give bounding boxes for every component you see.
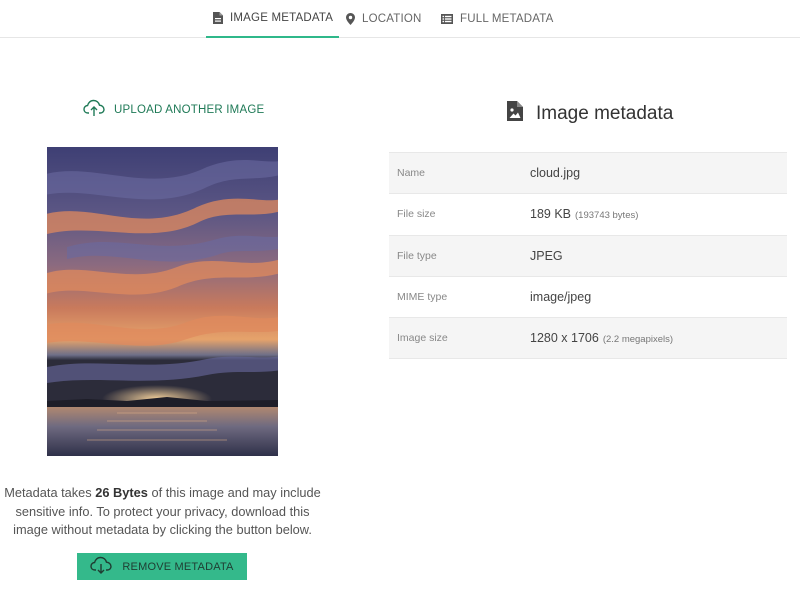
tab-label: LOCATION bbox=[362, 13, 422, 25]
metadata-key: Image size bbox=[397, 332, 448, 345]
tab-location[interactable]: LOCATION bbox=[346, 0, 422, 38]
tab-bar: IMAGE METADATA LOCATION FULL METADATA bbox=[0, 0, 800, 38]
upload-link-label: UPLOAD ANOTHER IMAGE bbox=[114, 103, 265, 116]
metadata-key: Name bbox=[397, 167, 426, 180]
table-row: File type JPEG bbox=[389, 235, 787, 277]
value-text: cloud.jpg bbox=[530, 166, 581, 181]
tab-full-metadata[interactable]: FULL METADATA bbox=[441, 0, 554, 38]
metadata-table: Name cloud.jpg File size 189 KB (193743 b… bbox=[389, 152, 787, 360]
value-text: 189 KB bbox=[530, 207, 572, 222]
metadata-value: cloud.jpg bbox=[530, 166, 584, 180]
remove-button-label: REMOVE METADATA bbox=[122, 560, 234, 573]
value-subtext: (193743 bytes) bbox=[575, 210, 639, 222]
metadata-size: 26 Bytes bbox=[95, 485, 148, 500]
metadata-key: File type bbox=[397, 249, 437, 262]
metadata-key: File size bbox=[397, 208, 436, 221]
cloud-download-icon bbox=[90, 556, 113, 577]
document-image-icon bbox=[213, 12, 223, 24]
tab-image-metadata[interactable]: IMAGE METADATA bbox=[206, 0, 340, 38]
list-icon bbox=[441, 14, 453, 24]
table-row: MIME type image/jpeg bbox=[389, 277, 787, 319]
map-pin-icon bbox=[346, 13, 355, 25]
file-image-icon bbox=[507, 101, 523, 127]
value-text: 1280 x 1706 bbox=[530, 331, 599, 346]
info-prefix: Metadata takes bbox=[4, 485, 96, 500]
tab-label: IMAGE METADATA bbox=[230, 12, 334, 24]
table-row: Image size 1280 x 1706 (2.2 megapixels) bbox=[389, 318, 787, 360]
table-row: File size 189 KB (193743 bytes) bbox=[389, 194, 787, 236]
metadata-value: 189 KB (193743 bytes) bbox=[530, 207, 638, 221]
value-subtext: (2.2 megapixels) bbox=[602, 334, 674, 346]
cloud-upload-icon bbox=[83, 99, 105, 120]
metadata-info-text: Metadata takes 26 Bytes of this image an… bbox=[0, 484, 325, 540]
panel-title: Image metadata bbox=[507, 101, 673, 127]
tab-label: FULL METADATA bbox=[460, 13, 554, 25]
metadata-value: 1280 x 1706 (2.2 megapixels) bbox=[530, 331, 673, 345]
image-preview bbox=[47, 147, 278, 456]
upload-another-image-link[interactable]: UPLOAD ANOTHER IMAGE bbox=[83, 99, 264, 120]
value-text: image/jpeg bbox=[530, 290, 592, 305]
remove-metadata-button[interactable]: REMOVE METADATA bbox=[77, 553, 247, 580]
metadata-value: image/jpeg bbox=[530, 290, 595, 304]
metadata-key: MIME type bbox=[397, 291, 448, 304]
metadata-value: JPEG bbox=[530, 249, 567, 263]
value-text: JPEG bbox=[530, 248, 563, 263]
table-row: Name cloud.jpg bbox=[389, 153, 787, 195]
panel-title-text: Image metadata bbox=[536, 103, 674, 124]
